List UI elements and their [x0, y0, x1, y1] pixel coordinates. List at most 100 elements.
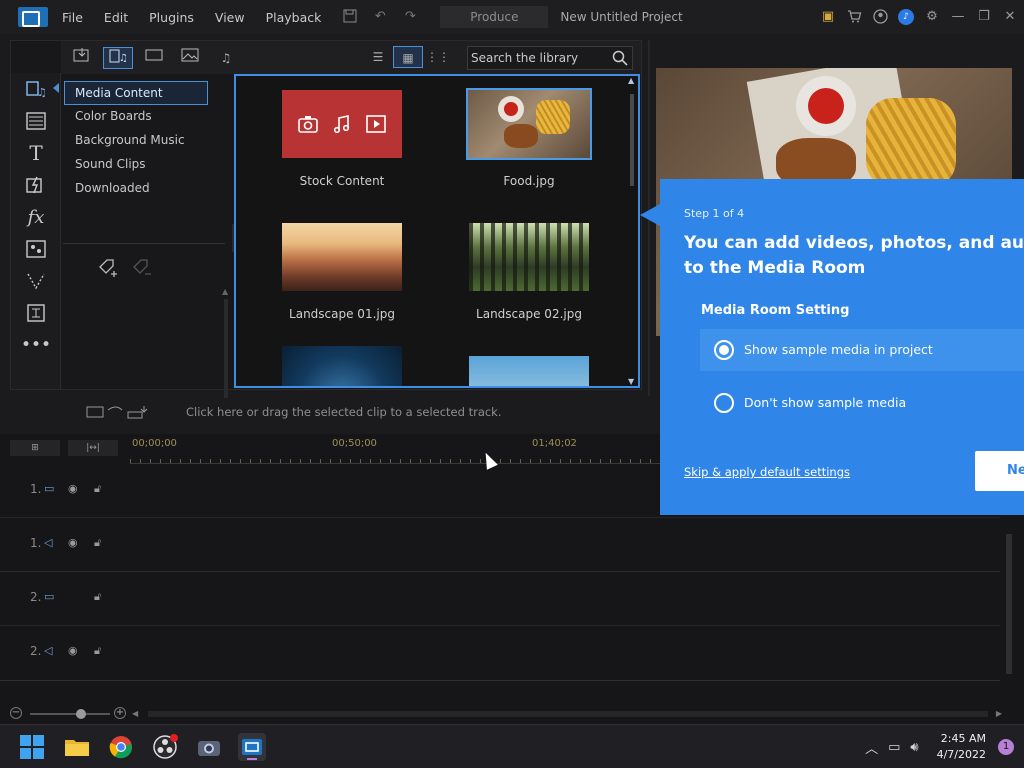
add-tag-icon[interactable]: [97, 257, 119, 279]
track-manager-button[interactable]: ⊞: [10, 440, 60, 456]
option-dont-show-sample-media[interactable]: Don't show sample media: [700, 382, 1024, 424]
title-templates-icon[interactable]: [11, 105, 61, 137]
ruler-mark: 00;00;00: [132, 438, 177, 449]
scroll-right-icon[interactable]: ▶: [996, 709, 1002, 718]
list-view-icon[interactable]: ☰: [363, 46, 393, 68]
scroll-down-icon[interactable]: ▼: [628, 377, 634, 386]
file-explorer-icon[interactable]: [63, 733, 91, 761]
lock-icon[interactable]: 🔓︎: [94, 536, 110, 550]
obs-icon[interactable]: [151, 733, 179, 761]
skip-apply-defaults-link[interactable]: Skip & apply default settings: [684, 465, 850, 479]
clock-time: 2:45 AM: [940, 732, 986, 745]
menu-plugins[interactable]: Plugins: [149, 10, 194, 25]
tour-title: You can add videos, photos, and audio to…: [684, 231, 1024, 281]
category-background-music[interactable]: Background Music: [63, 129, 227, 153]
zoom-in-icon[interactable]: +: [114, 707, 126, 719]
effects-room-icon[interactable]: fx: [11, 201, 61, 233]
network-icon[interactable]: ▭: [888, 740, 900, 755]
zoom-slider-thumb[interactable]: [76, 709, 86, 719]
category-media-content[interactable]: Media Content: [64, 81, 208, 105]
filter-video-icon[interactable]: [139, 47, 169, 69]
close-icon[interactable]: ✕: [1002, 9, 1018, 25]
tree-scroll-track[interactable]: [224, 299, 228, 409]
transition-room-icon[interactable]: [11, 169, 61, 201]
minimize-icon[interactable]: —: [950, 9, 966, 25]
fit-timeline-button[interactable]: |↔|: [68, 440, 118, 456]
text-room-icon[interactable]: T: [11, 137, 61, 169]
media-tile-landscape-02[interactable]: Landscape 02.jpg: [464, 223, 594, 321]
windows-start-icon[interactable]: [20, 735, 44, 759]
track-header-video-1: 1. ▭ ◉ 🔓︎: [10, 464, 124, 516]
timeline-vertical-scrollbar[interactable]: [1006, 534, 1012, 694]
radio-unselected-icon[interactable]: [714, 393, 734, 413]
chrome-icon[interactable]: [107, 733, 135, 761]
clock[interactable]: 2:45 AM 4/7/2022: [937, 731, 986, 763]
tour-step-indicator: Step 1 of 4: [684, 207, 745, 220]
timeline-horizontal-scrollbar[interactable]: ◀ ▶: [132, 709, 1002, 719]
cart-icon[interactable]: [846, 9, 862, 25]
option-show-sample-media[interactable]: Show sample media in project: [700, 329, 1024, 371]
eye-icon[interactable]: ◉: [68, 536, 84, 550]
settings-gear-icon[interactable]: ⚙: [924, 9, 940, 25]
category-downloaded[interactable]: Downloaded: [63, 177, 227, 201]
show-hidden-icons-icon[interactable]: ︿: [865, 738, 878, 757]
media-tile-food[interactable]: Food.jpg: [464, 88, 594, 188]
redo-icon[interactable]: ↷: [402, 9, 418, 25]
category-color-boards[interactable]: Color Boards: [63, 105, 227, 129]
timeline-hscroll-thumb[interactable]: [148, 711, 988, 717]
radio-selected-icon[interactable]: [714, 340, 734, 360]
media-tile-stock-content[interactable]: Stock Content: [277, 90, 407, 188]
project-title: New Untitled Project: [560, 10, 683, 24]
next-button[interactable]: Next: [975, 451, 1024, 491]
scroll-up-icon[interactable]: ▲: [222, 287, 228, 296]
particle-room-icon[interactable]: [11, 233, 61, 265]
restore-icon[interactable]: ❐: [976, 9, 992, 25]
rail-selection-arrow-icon: [53, 83, 59, 93]
media-tile-partial-2[interactable]: [464, 356, 594, 386]
eye-icon[interactable]: ◉: [68, 644, 84, 658]
account-icon[interactable]: [872, 9, 888, 25]
menu-view[interactable]: View: [215, 10, 245, 25]
remove-tag-icon[interactable]: [131, 257, 153, 279]
lock-icon[interactable]: 🔓︎: [94, 482, 110, 496]
zoom-slider-track[interactable]: [30, 713, 110, 715]
particles-room-icon[interactable]: [11, 265, 61, 297]
tag-tools: [97, 257, 165, 279]
search-icon[interactable]: [612, 50, 628, 66]
timeline-vscroll-thumb[interactable]: [1006, 534, 1012, 674]
save-icon[interactable]: [342, 9, 358, 25]
volume-icon[interactable]: 🔊︎: [910, 740, 918, 755]
menu-file[interactable]: File: [62, 10, 83, 25]
grid-view-icon[interactable]: ▦: [393, 46, 423, 68]
pip-designer-icon[interactable]: [11, 297, 61, 329]
scroll-up-icon[interactable]: ▲: [628, 76, 634, 85]
powerdirector-taskbar-icon[interactable]: [238, 733, 266, 761]
media-tile-partial-1[interactable]: [277, 346, 407, 386]
drop-instruction-text[interactable]: Click here or drag the selected clip to …: [186, 405, 502, 419]
filter-all-media-icon[interactable]: ♫: [103, 46, 133, 69]
produce-button[interactable]: Produce: [440, 6, 549, 28]
filter-audio-icon[interactable]: ♫: [211, 47, 241, 69]
more-rooms-icon[interactable]: •••: [11, 329, 61, 361]
menu-playback[interactable]: Playback: [266, 10, 322, 25]
import-media-icon[interactable]: [67, 47, 97, 69]
category-sound-clips[interactable]: Sound Clips: [63, 153, 227, 177]
undo-icon[interactable]: ↶: [372, 9, 388, 25]
small-grid-view-icon[interactable]: ⋮⋮: [423, 46, 453, 68]
media-tile-landscape-01[interactable]: Landscape 01.jpg: [277, 223, 407, 321]
menu-edit[interactable]: Edit: [104, 10, 128, 25]
lock-icon[interactable]: 🔓︎: [94, 590, 110, 604]
library-search-input[interactable]: [471, 50, 606, 66]
window-controls: ▣ ♪ ⚙ — ❐ ✕: [810, 0, 1018, 34]
notification-badge[interactable]: 1: [998, 739, 1014, 755]
zoom-out-icon[interactable]: −: [10, 707, 22, 719]
media-grid-scrollbar[interactable]: ▲ ▼: [628, 76, 636, 386]
scroll-left-icon[interactable]: ◀: [132, 709, 138, 718]
gift-icon[interactable]: ▣: [820, 9, 836, 25]
filter-image-icon[interactable]: [175, 47, 205, 69]
camera-app-icon[interactable]: [195, 733, 223, 761]
lock-icon[interactable]: 🔓︎: [94, 644, 110, 658]
notification-bell-icon[interactable]: ♪: [898, 9, 914, 25]
eye-icon[interactable]: ◉: [68, 482, 84, 496]
media-grid-scroll-thumb[interactable]: [630, 94, 634, 186]
